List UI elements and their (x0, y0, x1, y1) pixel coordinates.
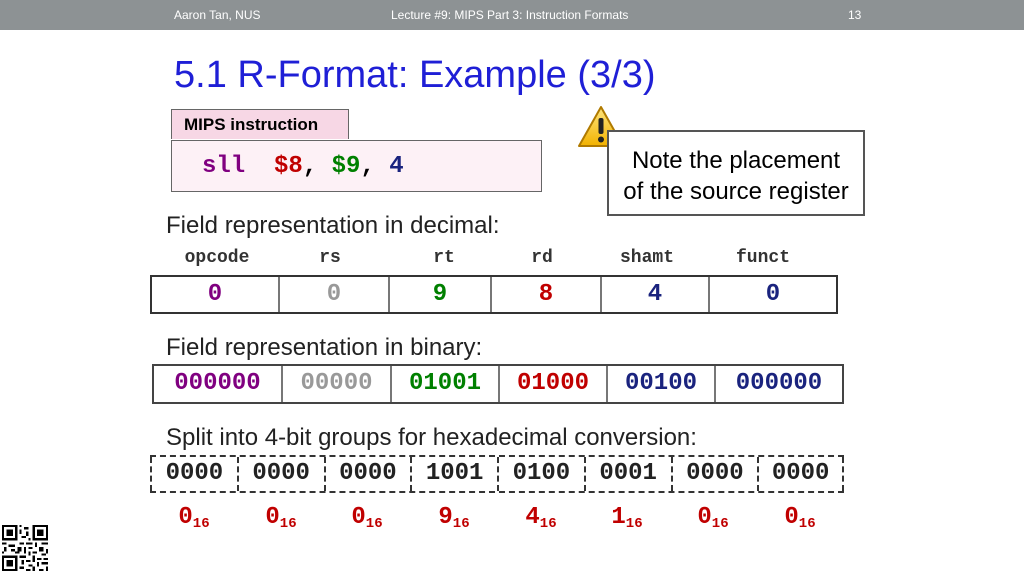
decimal-shamt-cell: 4 (602, 277, 710, 312)
hex-digit: 016 (770, 504, 830, 532)
hex-group-cell: 0100 (497, 457, 584, 491)
instr-rt: $9 (331, 153, 361, 180)
hex-label: Split into 4-bit groups for hexadecimal … (166, 424, 697, 451)
hex-digit-value: 0 (784, 504, 799, 531)
binary-rd-cell: 01000 (500, 366, 608, 402)
binary-field-row: 000000 00000 01001 01000 00100 000000 (152, 364, 844, 404)
header-rs: rs (319, 248, 341, 268)
note-box: Note the placement of the source registe… (607, 130, 865, 216)
hex-base: 16 (365, 516, 383, 532)
instr-sep2: , (360, 153, 375, 180)
hex-digit: 916 (424, 504, 484, 532)
decimal-rd-cell: 8 (492, 277, 602, 312)
hex-group-cell: 0001 (583, 457, 671, 491)
hex-digit-value: 9 (438, 504, 453, 531)
hex-group-cell: 1001 (410, 457, 497, 491)
decimal-funct-cell: 0 (765, 281, 781, 308)
hex-group-cell: 0000 (757, 457, 844, 491)
decimal-opcode-cell: 0 (152, 277, 280, 312)
hex-digit: 016 (164, 504, 224, 532)
decimal-rs-cell: 0 (280, 277, 390, 312)
binary-label: Field representation in binary: (166, 334, 483, 361)
header-rt: rt (433, 248, 455, 268)
hex-group-cell: 0000 (150, 457, 237, 491)
mips-instruction-box: sll $8, $9, 4 (171, 140, 542, 192)
slide-title: 5.1 R-Format: Example (3/3) (174, 54, 656, 96)
binary-rs-cell: 00000 (283, 366, 392, 402)
header-rd: rd (531, 248, 553, 268)
hex-digit-value: 0 (265, 504, 280, 531)
hex-base: 16 (625, 516, 643, 532)
hex-base: 16 (711, 516, 729, 532)
qr-code-icon (2, 525, 48, 571)
decimal-rt-cell: 9 (390, 277, 492, 312)
instr-shamt: 4 (389, 153, 404, 180)
hex-group-cell: 0000 (236, 457, 324, 491)
decimal-field-row: 0 0 9 8 4 0 (150, 275, 838, 314)
instruction-tab-label: MIPS instruction (171, 109, 349, 139)
hex-digit: 116 (597, 504, 657, 532)
instr-mnemonic: sll (202, 153, 246, 180)
note-line-2: of the source register (623, 178, 849, 205)
hex-digit: 016 (337, 504, 397, 532)
note-line-1: Note the placement (631, 147, 841, 174)
hex-digit: 016 (683, 504, 743, 532)
hex-base: 16 (279, 516, 297, 532)
instr-sep1: , (302, 153, 318, 180)
hex-group-row: 0000 0000 0000 1001 0100 0001 0000 0000 (150, 455, 844, 493)
binary-rt-cell: 01001 (392, 366, 500, 402)
hex-digit-value: 0 (178, 504, 193, 531)
hex-digit-value: 4 (525, 504, 540, 531)
binary-opcode-cell: 000000 (154, 366, 283, 402)
hex-group-cell: 0000 (323, 457, 411, 491)
header-shamt: shamt (619, 248, 674, 268)
hex-digit-value: 1 (611, 504, 626, 531)
decimal-label: Field representation in decimal: (166, 212, 500, 239)
hex-digit: 416 (511, 504, 571, 532)
slide-header-bar: Aaron Tan, NUS Lecture #9: MIPS Part 3: … (0, 0, 1024, 30)
hex-base: 16 (798, 516, 816, 532)
instr-rd: $8 (274, 153, 303, 180)
binary-shamt-cell: 00100 (608, 366, 716, 402)
hex-group-cell: 0000 (670, 457, 758, 491)
lecture-title: Lecture #9: MIPS Part 3: Instruction For… (391, 8, 629, 22)
page-number: 13 (848, 8, 862, 22)
header-opcode: opcode (184, 248, 250, 268)
hex-digit: 016 (251, 504, 311, 532)
hex-digit-value: 0 (351, 504, 366, 531)
hex-base: 16 (192, 516, 210, 532)
binary-funct-cell: 000000 (735, 370, 823, 397)
header-funct: funct (735, 248, 790, 268)
author-label: Aaron Tan, NUS (174, 8, 261, 22)
hex-base: 16 (452, 516, 470, 532)
hex-digit-value: 0 (697, 504, 712, 531)
hex-base: 16 (539, 516, 557, 532)
